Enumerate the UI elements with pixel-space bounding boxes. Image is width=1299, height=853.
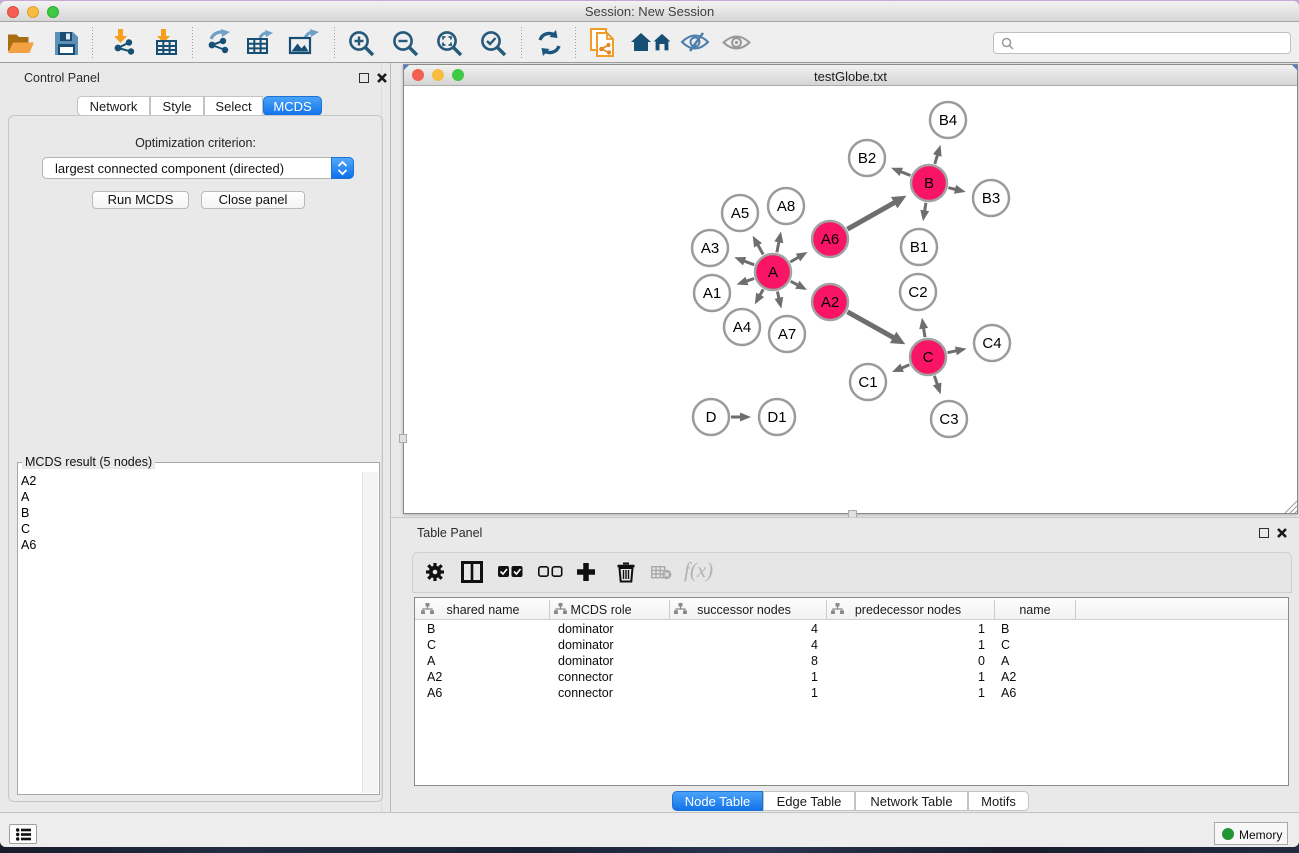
svg-text:A7: A7 bbox=[778, 326, 796, 343]
svg-text:C3: C3 bbox=[939, 411, 958, 428]
svg-text:B4: B4 bbox=[939, 112, 957, 129]
svg-text:D: D bbox=[706, 409, 717, 426]
svg-text:D1: D1 bbox=[767, 409, 786, 426]
svg-text:A5: A5 bbox=[731, 205, 749, 222]
svg-text:B1: B1 bbox=[910, 239, 928, 256]
svg-text:A4: A4 bbox=[733, 319, 751, 336]
svg-text:B2: B2 bbox=[858, 150, 876, 167]
svg-text:C1: C1 bbox=[858, 374, 877, 391]
svg-text:B3: B3 bbox=[982, 190, 1000, 207]
svg-text:A: A bbox=[768, 264, 778, 281]
svg-text:A1: A1 bbox=[703, 285, 721, 302]
svg-text:A2: A2 bbox=[821, 294, 839, 311]
svg-text:A8: A8 bbox=[777, 198, 795, 215]
svg-text:C4: C4 bbox=[982, 335, 1001, 352]
svg-text:A6: A6 bbox=[821, 231, 839, 248]
svg-text:C: C bbox=[923, 349, 934, 366]
svg-text:B: B bbox=[924, 175, 934, 192]
svg-text:A3: A3 bbox=[701, 240, 719, 257]
svg-text:C2: C2 bbox=[908, 284, 927, 301]
